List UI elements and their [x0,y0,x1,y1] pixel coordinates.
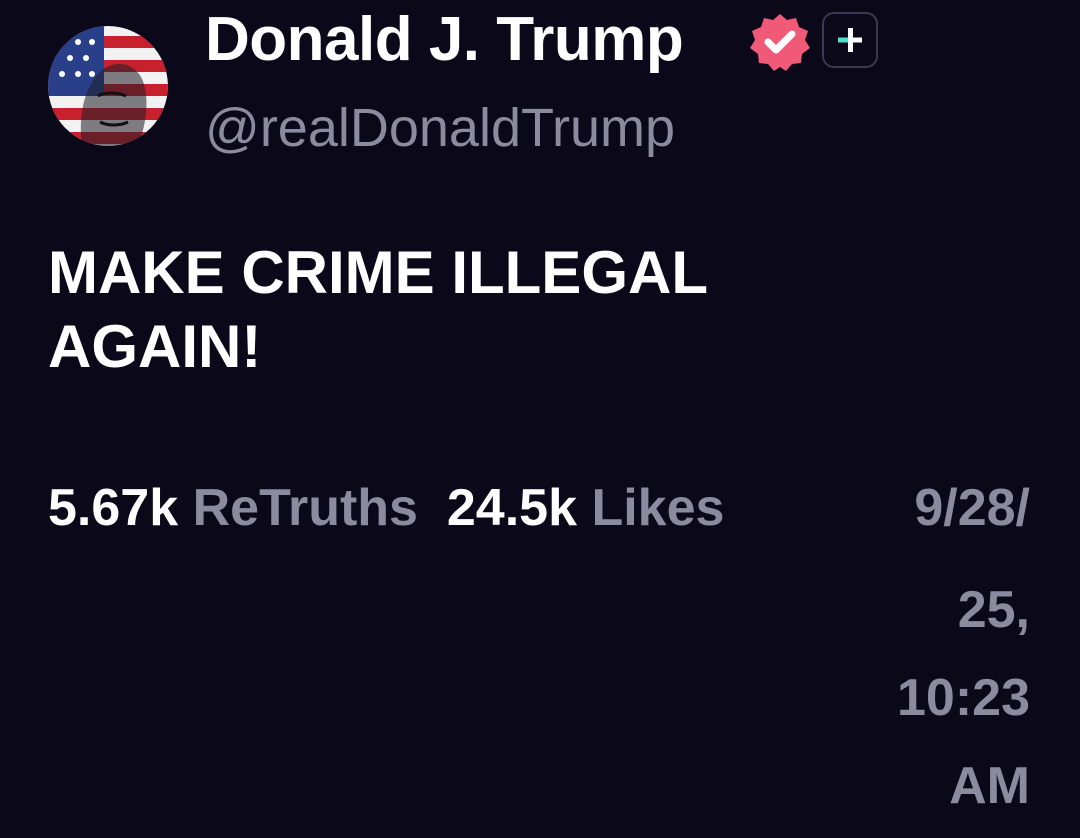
likes-label: Likes [591,479,725,537]
author-handle[interactable]: @realDonaldTrump [205,96,675,160]
plus-badge[interactable] [822,12,878,68]
likes-stat[interactable]: 24.5k Likes [447,479,725,537]
timestamp-line: 9/28/ [914,479,1030,537]
timestamp-line: 10:23 [897,669,1030,727]
verified-badge-icon [748,10,812,74]
post-stats: 5.67k ReTruths 24.5k Likes [48,478,724,538]
timestamp-line: 25, [957,581,1030,639]
timestamp-line: AM [949,757,1030,815]
retruths-count: 5.67k [48,479,179,537]
post-timestamp[interactable]: 9/28/ 25, 10:23 AM [860,478,1030,830]
likes-count: 24.5k [446,479,578,537]
truth-post: Donald J. Trump @realDonaldTrump MAKE CR… [0,0,1080,838]
post-text-line: MAKE CRIME ILLEGAL [48,239,708,306]
post-text-line: AGAIN! [48,313,262,380]
retruths-stat[interactable]: 5.67k ReTruths [48,479,418,537]
post-text: MAKE CRIME ILLEGAL AGAIN! [48,236,1008,384]
retruths-label: ReTruths [192,479,418,537]
avatar[interactable] [48,26,168,146]
author-display-name[interactable]: Donald J. Trump [205,4,684,76]
plus-icon [838,28,862,52]
avatar-image [48,26,168,146]
